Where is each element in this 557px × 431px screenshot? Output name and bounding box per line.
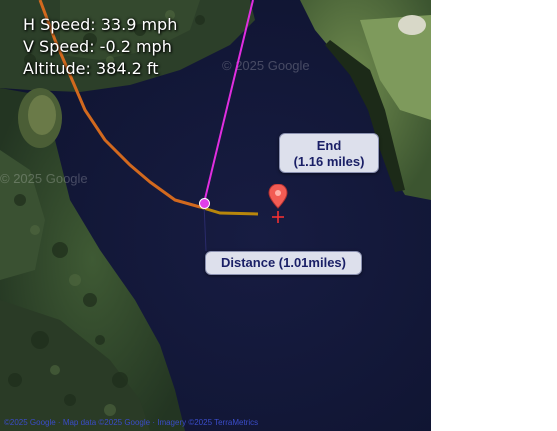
vertical-speed-readout: V Speed: -0.2 mph: [23, 37, 172, 56]
position-dot-icon[interactable]: [199, 198, 210, 209]
distance-callout[interactable]: Distance (1.01miles): [205, 251, 362, 275]
map-attribution[interactable]: ©2025 Google · Map data ©2025 Google · I…: [4, 418, 258, 427]
altitude-readout: Altitude: 384.2 ft: [23, 59, 159, 78]
distance-leader-line: [203, 203, 207, 252]
crosshair-icon: [272, 208, 284, 223]
end-callout-distance: (1.16 miles): [293, 154, 365, 169]
end-callout-title: End: [316, 138, 342, 153]
flight-track-gold: [199, 205, 259, 216]
end-callout[interactable]: End (1.16 miles): [279, 133, 379, 173]
bearing-line: [203, 0, 254, 204]
satellite-map[interactable]: © 2025 Google © 2025 Google End (1.16 mi…: [0, 0, 431, 431]
horizontal-speed-readout: H Speed: 33.9 mph: [23, 15, 178, 34]
telemetry-panel: H Speed: 33.9 mph V Speed: -0.2 mph Alti…: [23, 14, 177, 80]
